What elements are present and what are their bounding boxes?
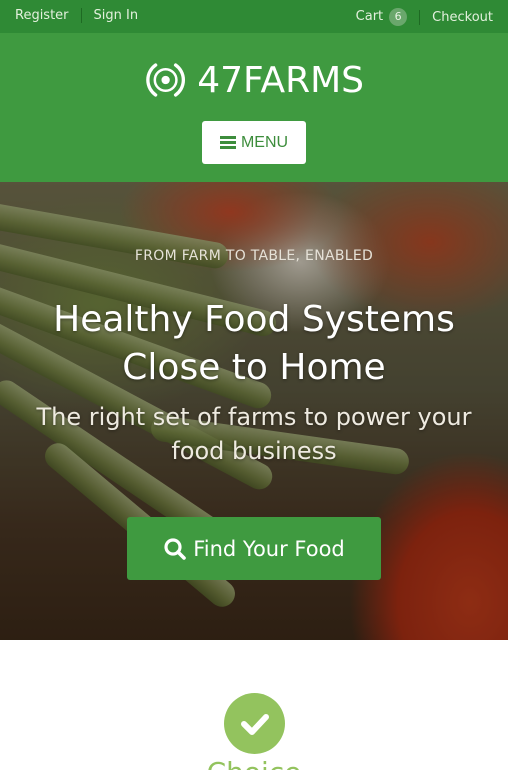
account-links: Register Sign In [15, 8, 138, 23]
hero-subtitle: The right set of farms to power your foo… [0, 400, 508, 468]
find-your-food-button[interactable]: Find Your Food [127, 517, 381, 580]
sign-in-link[interactable]: Sign In [94, 8, 139, 23]
hamburger-icon [219, 136, 236, 149]
cta-label: Find Your Food [193, 536, 345, 561]
hero-subtitle-line: food business [171, 437, 337, 465]
hero-subtitle-line: The right set of farms to power your [36, 403, 472, 431]
cart-link[interactable]: Cart 6 [356, 8, 408, 26]
logo-text: 47FARMS [197, 59, 364, 101]
checkmark-icon [224, 693, 285, 754]
hero-title: Healthy Food Systems Close to Home [0, 296, 508, 392]
target-logo-icon [146, 63, 186, 97]
hero-title-line: Close to Home [122, 347, 386, 388]
cart-count-badge: 6 [389, 8, 408, 26]
menu-button[interactable]: MENU [202, 121, 306, 164]
hero-eyebrow: FROM FARM TO TABLE, ENABLED [134, 248, 374, 264]
register-link[interactable]: Register [15, 8, 69, 23]
cart-label: Cart [355, 9, 384, 24]
menu-label: MENU [240, 133, 289, 151]
hero-banner: FROM FARM TO TABLE, ENABLED Healthy Food… [0, 182, 508, 640]
top-bar: Register Sign In Cart 6 Checkout [0, 0, 508, 33]
checkout-link[interactable]: Checkout [432, 10, 493, 25]
cart-links: Cart 6 Checkout [356, 8, 493, 26]
divider [419, 9, 421, 25]
site-logo[interactable]: 47FARMS [144, 53, 364, 107]
divider [80, 8, 82, 23]
site-header: 47FARMS MENU [0, 33, 508, 182]
feature-title: Choice [0, 756, 508, 770]
hero-title-line: Healthy Food Systems [53, 299, 455, 340]
search-icon [164, 537, 187, 560]
